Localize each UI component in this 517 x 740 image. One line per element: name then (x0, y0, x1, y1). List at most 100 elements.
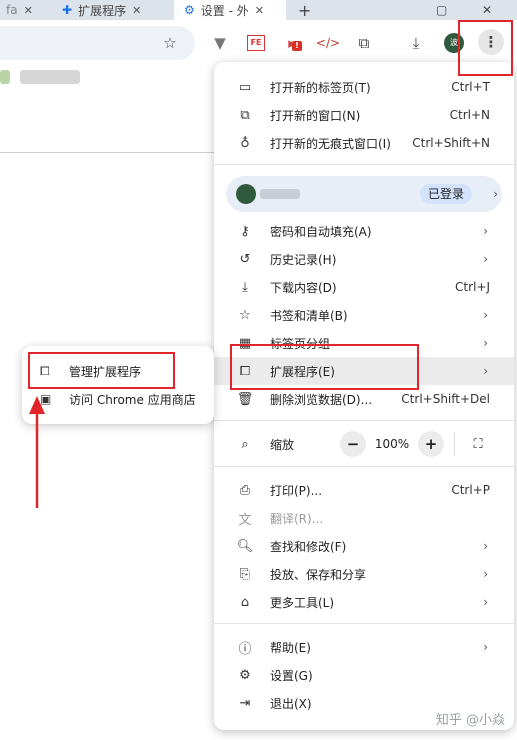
fullscreen-icon[interactable]: ⛶ (465, 431, 491, 457)
toolbox-icon: ⌂ (240, 594, 250, 610)
menu-item-incognito[interactable]: ♁ 打开新的无痕式窗口(I) Ctrl+Shift+N (214, 129, 514, 157)
chrome-main-menu: ▭ 打开新的标签页(T) Ctrl+T ⧉ 打开新的窗口(N) Ctrl+N ♁… (214, 62, 514, 730)
window-close-icon[interactable]: ✕ (482, 0, 496, 20)
close-icon[interactable]: ✕ (24, 4, 33, 17)
annotation-box-extensions (230, 344, 419, 390)
divider (214, 623, 514, 624)
zoom-value: 100% (374, 437, 410, 451)
extension-alert-icon[interactable]: ▸ ! (280, 31, 304, 55)
chevron-right-icon: › (483, 640, 488, 654)
history-icon: ↺ (239, 251, 251, 267)
menu-item-downloads[interactable]: ⤓ 下载内容(D) Ctrl+J (214, 273, 514, 301)
help-icon: ⓘ (238, 641, 252, 657)
menu-shortcut: Ctrl+J (455, 280, 490, 294)
menu-shortcut: Ctrl+T (451, 80, 490, 94)
new-tab-button[interactable]: + (298, 0, 318, 20)
menu-label: 删除浏览数据(D)... (270, 392, 373, 407)
tab-strip: fa ✕ ✚ 扩展程序 ✕ ⚙ 设置 - 外 ✕ + ▢ ✕ (0, 0, 517, 20)
menu-label: 打开新的窗口(N) (270, 108, 361, 123)
bookmark-favicon[interactable] (0, 70, 10, 84)
chevron-right-icon: › (483, 595, 488, 609)
page-header (0, 92, 230, 153)
extensions-puzzle-icon[interactable]: ⧉ (352, 31, 376, 55)
puzzle-icon: ✚ (62, 3, 73, 17)
close-icon[interactable]: ✕ (132, 4, 141, 17)
menu-item-more-tools[interactable]: ⌂ 更多工具(L) › (214, 588, 514, 616)
menu-label: 下载内容(D) (270, 280, 337, 295)
profile-row[interactable]: 已登录 › (226, 176, 502, 212)
incognito-icon: ♁ (240, 135, 250, 151)
menu-item-zoom: ⌕ 缩放 − 100% + ⛶ (214, 430, 514, 458)
tab-label: 设置 - 外 (200, 3, 249, 18)
key-icon: ⚷ (240, 223, 250, 239)
annotation-arrow (29, 396, 45, 508)
chevron-right-icon: › (483, 308, 488, 322)
menu-item-find[interactable]: 🔍︎ 查找和修改(F) › (214, 532, 514, 560)
tab-settings[interactable]: ⚙ 设置 - 外 ✕ (174, 0, 286, 20)
chevron-right-icon: › (483, 224, 488, 238)
menu-item-cast-save-share[interactable]: ⎘ 投放、保存和分享 › (214, 560, 514, 588)
tab-label: fa (6, 3, 18, 17)
maximize-icon[interactable]: ▢ (436, 0, 450, 20)
close-icon[interactable]: ✕ (255, 4, 264, 17)
menu-label: 历史记录(H) (270, 252, 337, 267)
chevron-right-icon: › (483, 567, 488, 581)
menu-item-print[interactable]: ⎙ 打印(P)... Ctrl+P (214, 476, 514, 504)
bookmark-item[interactable] (20, 70, 80, 84)
tab-label: 扩展程序 (78, 3, 127, 18)
menu-label: 更多工具(L) (270, 595, 335, 610)
extension-v-icon[interactable]: ▼ (208, 31, 232, 55)
gear-icon: ⚙ (239, 667, 251, 683)
zoom-in-button[interactable]: + (418, 431, 444, 457)
avatar (236, 184, 256, 204)
new-tab-icon: ▭ (238, 79, 252, 95)
gear-icon: ⚙ (184, 3, 195, 17)
menu-item-history[interactable]: ↺ 历史记录(H) › (214, 245, 514, 273)
code-icon[interactable]: </> (316, 31, 340, 55)
print-icon: ⎙ (239, 482, 251, 498)
bookmark-star-icon[interactable]: ☆ (158, 31, 182, 55)
menu-shortcut: Ctrl+Shift+Del (401, 392, 490, 406)
menu-item-new-tab[interactable]: ▭ 打开新的标签页(T) Ctrl+T (214, 73, 514, 101)
star-icon: ☆ (239, 307, 251, 323)
menu-shortcut: Ctrl+P (451, 483, 490, 497)
zoom-out-button[interactable]: − (340, 431, 366, 457)
menu-item-new-window[interactable]: ⧉ 打开新的窗口(N) Ctrl+N (214, 101, 514, 129)
download-icon: ⤓ (242, 279, 248, 295)
menu-item-help[interactable]: ⓘ 帮助(E) › (214, 633, 514, 661)
zoom-icon: ⌕ (241, 436, 249, 452)
trash-icon: 🗑 (236, 391, 254, 407)
exit-icon: ⇥ (239, 695, 251, 711)
menu-item-bookmarks[interactable]: ☆ 书签和清单(B) › (214, 301, 514, 329)
menu-label: 查找和修改(F) (270, 539, 347, 554)
tab-1[interactable]: fa ✕ (0, 0, 52, 20)
menu-label: 退出(X) (270, 696, 312, 711)
menu-item-passwords[interactable]: ⚷ 密码和自动填充(A) › (214, 217, 514, 245)
menu-label: 打开新的标签页(T) (270, 80, 371, 95)
annotation-box-menu (458, 20, 513, 76)
zoom-controls: − 100% + ⛶ (340, 430, 491, 458)
divider (214, 466, 514, 467)
extension-fe-icon[interactable]: FE (244, 31, 268, 55)
divider (214, 164, 514, 165)
chevron-right-icon: › (483, 364, 488, 378)
menu-label: 投放、保存和分享 (270, 567, 367, 582)
chevron-right-icon: › (483, 252, 488, 266)
chevron-right-icon: › (483, 539, 488, 553)
menu-shortcut: Ctrl+Shift+N (412, 136, 490, 150)
menu-label: 翻译(R)... (270, 511, 324, 526)
menu-label: 设置(G) (270, 668, 313, 683)
watermark: 知乎 @小焱 (435, 713, 505, 728)
divider (454, 432, 455, 456)
translate-icon: 文 (238, 512, 252, 528)
menu-label: 打印(P)... (270, 483, 323, 498)
annotation-box-manage (28, 352, 175, 389)
menu-item-translate[interactable]: 文 翻译(R)... (214, 504, 514, 532)
download-icon[interactable]: ⤓ (404, 31, 428, 55)
new-window-icon: ⧉ (240, 107, 250, 123)
submenu-item-web-store[interactable]: ▣ 访问 Chrome 应用商店 (22, 386, 214, 412)
chevron-right-icon: › (493, 187, 498, 201)
menu-item-settings[interactable]: ⚙ 设置(G) (214, 661, 514, 689)
signed-in-badge: 已登录 (419, 184, 472, 204)
tab-extensions[interactable]: ✚ 扩展程序 ✕ (62, 0, 172, 20)
